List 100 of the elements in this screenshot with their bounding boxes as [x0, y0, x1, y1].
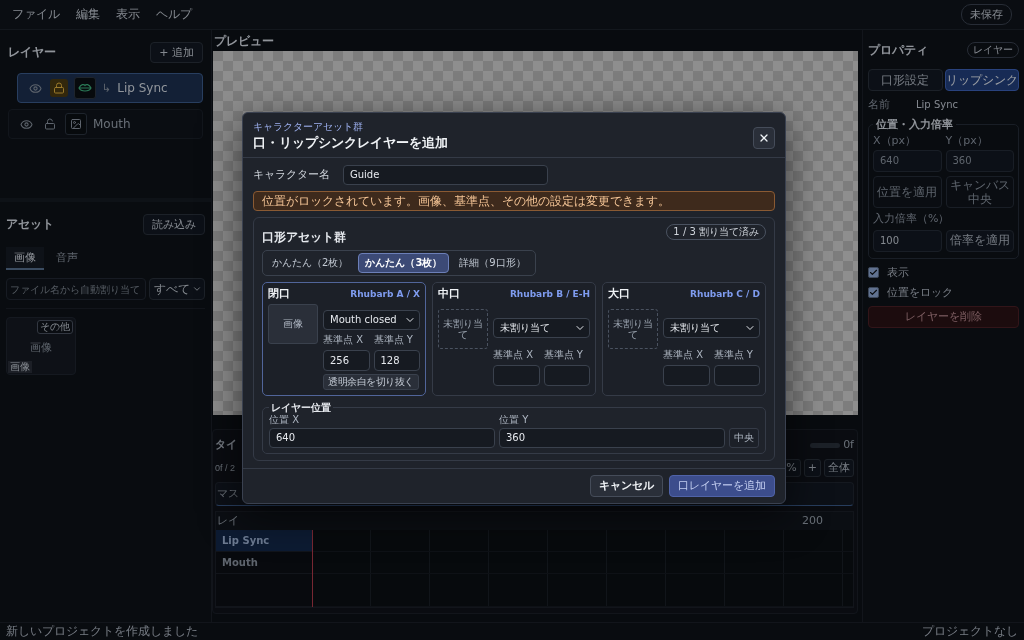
- tab[interactable]: 口形設定: [868, 69, 943, 91]
- rhubarb-code: Rhubarb A / X: [350, 288, 420, 300]
- rhubarb-code: Rhubarb B / E-H: [509, 288, 590, 300]
- fit-button[interactable]: 全体: [824, 459, 854, 477]
- image-thumbnail: 未割り当て: [608, 308, 658, 349]
- thumb-label: 画像: [30, 340, 52, 354]
- dialog-title: 口・リップシンクレイヤーを追加: [253, 135, 448, 151]
- frame-readout: 0f: [843, 438, 854, 452]
- type-tag: 画像: [8, 361, 32, 374]
- anchor-y-field[interactable]: [713, 364, 760, 386]
- layer-name: Mouth: [93, 117, 131, 132]
- tab[interactable]: 画像: [6, 247, 44, 271]
- asset-select[interactable]: 未割り当て: [493, 317, 590, 338]
- panel-title: アセット: [6, 217, 54, 232]
- field-label: 基準点 Y: [373, 333, 414, 346]
- status-message: 新しいプロジェクトを作成しました: [6, 624, 198, 639]
- rhubarb-code: Rhubarb C / D: [690, 288, 760, 300]
- panel-title: プレビュー: [214, 34, 275, 49]
- lips-icon: [74, 77, 96, 100]
- center-button[interactable]: 中央: [729, 427, 759, 448]
- field-label: Y（px）: [945, 134, 989, 148]
- frame-counter: 0f / 2: [215, 462, 235, 474]
- delete-layer-button[interactable]: レイヤーを削除: [868, 305, 1019, 328]
- field-label: 基準点 X: [323, 333, 365, 346]
- field-label: X（px）: [873, 134, 918, 148]
- shape-name: 大口: [608, 287, 630, 301]
- lock-icon[interactable]: [50, 79, 68, 98]
- add-layer-button[interactable]: 口レイヤーを追加: [669, 474, 775, 497]
- anchor-x-field[interactable]: 256: [323, 349, 370, 371]
- mode-tab[interactable]: かんたん（2枚）: [265, 253, 356, 274]
- trim-button[interactable]: 透明余白を切り抜く: [323, 373, 419, 390]
- field-label: 基準点 Y: [713, 348, 754, 361]
- field-label: キャラクター名: [253, 168, 331, 182]
- anchor-y-field[interactable]: 128: [373, 349, 420, 371]
- image-icon: [65, 113, 87, 136]
- mode-tab[interactable]: 詳細（9口形）: [452, 253, 533, 274]
- apply-scale-button[interactable]: 倍率を適用: [945, 229, 1014, 252]
- mode-tab[interactable]: かんたん（3枚）: [358, 253, 450, 274]
- asset-select[interactable]: Mouth closed: [323, 309, 420, 330]
- cancel-button[interactable]: キャンセル: [590, 474, 663, 497]
- close-icon: [758, 132, 770, 144]
- menu-item[interactable]: ファイル: [12, 5, 60, 24]
- mouth-shape-card[interactable]: 閉口 Rhubarb A / X 画像 Mouth closed 基準点 X 基準点 Y 256 128 透明余白を切り抜く: [262, 282, 426, 396]
- shape-name: 閉口: [268, 287, 290, 301]
- panel-title: タイ: [215, 438, 237, 452]
- select-value: Mouth closed: [330, 313, 397, 326]
- anchor-x-field[interactable]: [493, 364, 540, 386]
- search-field[interactable]: ファイル名から自動割り当て: [6, 278, 146, 301]
- position-x-field[interactable]: 640: [269, 427, 495, 448]
- mouth-shape-card[interactable]: 中口 Rhubarb B / E-H 未割り当て 未割り当て 基準点 X 基準点 Y: [432, 282, 596, 396]
- section-title: 口形アセット群: [262, 230, 346, 245]
- menu-item[interactable]: ヘルプ: [156, 5, 192, 24]
- scale-field[interactable]: 100: [873, 229, 942, 252]
- indent-mark: ↳: [102, 81, 112, 95]
- import-button[interactable]: 読み込み: [143, 214, 205, 236]
- panel-title: プロパティ: [868, 42, 928, 58]
- layer-name: Lip Sync: [117, 81, 168, 96]
- close-button[interactable]: [753, 127, 775, 149]
- save-status: 未保存: [961, 3, 1012, 26]
- checkbox[interactable]: [868, 266, 879, 278]
- tab[interactable]: リップシンク: [944, 69, 1019, 91]
- dialog-eyebrow: キャラクターアセット群: [253, 121, 364, 133]
- select-value: 未割り当て: [500, 321, 550, 334]
- layer-item[interactable]: Mouth: [8, 109, 203, 140]
- menu-item[interactable]: 表示: [116, 5, 140, 24]
- field-label: 基準点 Y: [543, 348, 584, 361]
- image-thumbnail: 未割り当て: [438, 308, 488, 349]
- select-value: 未割り当て: [670, 321, 720, 334]
- field-label: 位置 X: [269, 413, 301, 426]
- field-label: 基準点 X: [493, 348, 535, 361]
- zoom-in-button[interactable]: +: [803, 459, 821, 477]
- character-name-field[interactable]: Guide: [343, 164, 548, 185]
- layer-name-value: Lip Sync: [916, 98, 958, 111]
- mouth-shape-card[interactable]: 大口 Rhubarb C / D 未割り当て 未割り当て 基準点 X 基準点 Y: [602, 282, 766, 396]
- menu-item[interactable]: 編集: [76, 5, 100, 24]
- tab[interactable]: 音声: [48, 247, 86, 271]
- field-label: 基準点 X: [663, 348, 705, 361]
- anchor-x-field[interactable]: [663, 364, 710, 386]
- anchor-y-field[interactable]: [543, 364, 590, 386]
- shape-name: 中口: [438, 287, 460, 301]
- checkbox[interactable]: [868, 286, 879, 298]
- add-button[interactable]: + 追加: [150, 42, 203, 64]
- checkbox-label: 位置をロック: [887, 285, 953, 299]
- scrub-track[interactable]: [810, 442, 841, 448]
- project-status: プロジェクトなし: [922, 624, 1018, 639]
- image-thumbnail: 画像: [268, 303, 318, 344]
- filter-select[interactable]: すべて: [149, 278, 205, 301]
- field-label: 位置 Y: [499, 413, 530, 426]
- category-badge: その他: [37, 320, 73, 335]
- ruler-label: 200: [802, 514, 823, 528]
- layer-item[interactable]: ↳ Lip Sync: [17, 73, 203, 104]
- checkbox-label: 表示: [887, 265, 909, 279]
- warning-message: 位置がロックされています。画像、基準点、その他の設定は変更できます。: [253, 190, 775, 211]
- panel-title: レイヤー: [8, 45, 56, 60]
- asset-select[interactable]: 未割り当て: [663, 317, 760, 338]
- track-name[interactable]: Lip Sync: [216, 530, 312, 552]
- position-y-field[interactable]: 360: [499, 427, 725, 448]
- field-label: 名前: [868, 98, 890, 112]
- group-title: レイヤー位置: [270, 401, 332, 414]
- asset-card[interactable]: その他 画像 画像: [6, 317, 76, 376]
